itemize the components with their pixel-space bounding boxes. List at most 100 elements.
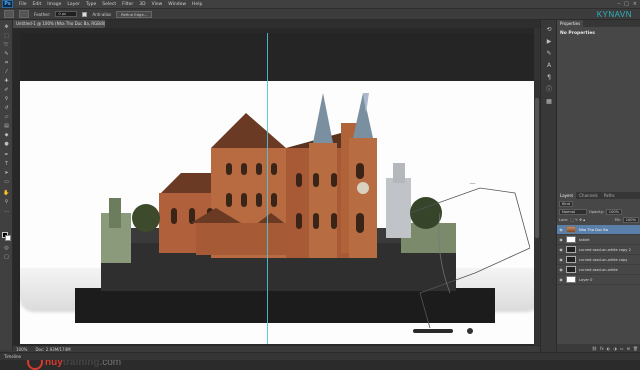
menu-help[interactable]: Help <box>192 2 202 7</box>
layer-row[interactable]: ◉ Layer 0 <box>557 275 640 285</box>
tab-properties[interactable]: Properties <box>557 20 584 27</box>
quick-mask-icon[interactable]: ◎ <box>3 245 10 251</box>
marquee-tool-icon[interactable]: ⬚ <box>3 33 10 39</box>
layer-thumbnail <box>566 236 576 243</box>
brush-tool-icon[interactable]: ✐ <box>3 87 10 93</box>
antialias-checkbox[interactable] <box>82 11 88 17</box>
layer-name: curved-road-on-white copy <box>579 257 628 262</box>
hand-tool-icon[interactable]: ✋ <box>3 190 10 196</box>
feather-input[interactable]: 0 px <box>55 11 78 17</box>
scrollbar-thumb[interactable] <box>535 98 539 238</box>
dodge-tool-icon[interactable]: ● <box>3 141 10 147</box>
folder-icon[interactable]: ▭ <box>620 346 624 351</box>
menu-window[interactable]: Window <box>168 2 186 7</box>
menu-file[interactable]: File <box>19 2 27 7</box>
visibility-eye-icon[interactable]: ◉ <box>558 257 564 262</box>
layer-row[interactable]: ◉ curved-road-on-white <box>557 265 640 275</box>
mask-icon[interactable]: ◐ <box>607 346 611 351</box>
healing-brush-tool-icon[interactable]: ✚ <box>3 78 10 84</box>
lasso-tool-icon[interactable]: ➰ <box>3 42 10 48</box>
swatches-panel-icon[interactable]: ▦ <box>545 98 553 105</box>
fx-icon[interactable]: fx <box>600 346 604 351</box>
tab-channels[interactable]: Channels <box>576 192 601 199</box>
blur-tool-icon[interactable]: ◆ <box>3 132 10 138</box>
layer-row[interactable]: ◉ tablet <box>557 235 640 245</box>
background-color-swatch[interactable] <box>5 235 11 241</box>
refine-edge-button[interactable]: Refine Edge... <box>116 10 153 18</box>
character-panel-icon[interactable]: A <box>545 62 553 69</box>
minimize-button[interactable]: – <box>618 1 621 7</box>
trash-icon[interactable]: 🗑︎ <box>633 346 638 351</box>
type-tool-icon[interactable]: T <box>3 161 10 167</box>
visibility-eye-icon[interactable]: ◉ <box>558 237 564 242</box>
shape-tool-icon[interactable]: ▭ <box>3 179 10 185</box>
screen-mode-icon[interactable]: ▢ <box>3 254 10 260</box>
edit-toolbar-icon[interactable]: … <box>3 208 10 214</box>
tool-preset-picker[interactable] <box>4 10 14 18</box>
filter-kind-select[interactable]: Kind <box>559 201 573 207</box>
timeline-panel-tab[interactable]: Timeline <box>0 352 640 360</box>
menu-view[interactable]: View <box>152 2 163 7</box>
menu-type[interactable]: Type <box>86 2 96 7</box>
pen-tool-icon[interactable]: ✒ <box>3 152 10 158</box>
canvas-dark-top <box>20 33 540 81</box>
menu-filter[interactable]: Filter <box>122 2 133 7</box>
clone-stamp-tool-icon[interactable]: ⚲ <box>3 96 10 102</box>
menu-image[interactable]: Image <box>47 2 61 7</box>
info-panel-icon[interactable]: ⓘ <box>545 86 553 93</box>
canvas-area[interactable]: huytraining.com <box>13 28 540 370</box>
vertical-guide-line[interactable] <box>267 33 268 344</box>
visibility-eye-icon[interactable]: ◉ <box>558 267 564 272</box>
quick-select-tool-icon[interactable]: ✎ <box>3 51 10 57</box>
photoshop-window: Ps File Edit Image Layer Type Select Fil… <box>0 0 640 370</box>
fill-input[interactable]: 100% <box>622 217 639 223</box>
close-button[interactable]: × <box>633 1 637 7</box>
brand-watermark: KYNAVN <box>596 10 632 19</box>
actions-panel-icon[interactable]: ▶ <box>545 38 553 45</box>
menu-edit[interactable]: Edit <box>33 2 42 7</box>
zoom-tool-icon[interactable]: ⚲ <box>3 199 10 205</box>
path-select-tool-icon[interactable]: ➤ <box>3 170 10 176</box>
document-canvas[interactable] <box>20 33 540 344</box>
visibility-eye-icon[interactable]: ◉ <box>558 227 564 232</box>
move-tool-icon[interactable]: ✥ <box>3 24 10 30</box>
eraser-tool-icon[interactable]: ▱ <box>3 114 10 120</box>
new-layer-icon[interactable]: ⊞ <box>627 346 630 351</box>
tab-paths[interactable]: Paths <box>601 192 618 199</box>
link-icon[interactable]: ⛓ <box>592 346 597 351</box>
menu-select[interactable]: Select <box>102 2 116 7</box>
selection-mode-new[interactable] <box>19 10 29 18</box>
visibility-eye-icon[interactable]: ◉ <box>558 277 564 282</box>
collapsed-panels-strip: ⟲ ▶ ✎ A ¶ ⓘ ▦ <box>540 20 556 352</box>
lock-icons[interactable]: ⬚ ✎ ✥ 🔒︎ <box>570 218 585 222</box>
layer-thumbnail <box>566 256 576 263</box>
opacity-label: Opacity: <box>589 210 604 214</box>
blend-mode-select[interactable]: Normal <box>559 209 587 215</box>
crop-tool-icon[interactable]: ⌗ <box>3 60 10 66</box>
tab-layers[interactable]: Layers <box>557 192 577 199</box>
adjustment-icon[interactable]: ◑ <box>613 346 617 351</box>
history-brush-tool-icon[interactable]: ↺ <box>3 105 10 111</box>
transform-outline-path[interactable] <box>390 183 530 333</box>
brush-panel-icon[interactable]: ✎ <box>545 50 553 57</box>
properties-title: No Properties <box>560 31 595 36</box>
options-bar: Feather: 0 px Anti-alias Refine Edge... … <box>0 9 640 20</box>
menu-layer[interactable]: Layer <box>67 2 80 7</box>
gradient-tool-icon[interactable]: ▤ <box>3 123 10 129</box>
opacity-input[interactable]: 100% <box>605 209 623 215</box>
document-tab[interactable]: Untitled-1 @ 100% (Nha Tho Duc Ba, RGB/8… <box>13 20 105 28</box>
layer-name: Layer 0 <box>579 277 593 282</box>
menu-bar: Ps File Edit Image Layer Type Select Fil… <box>0 0 640 9</box>
layer-row[interactable]: ◉ Nha Tho Duc Ba <box>557 225 640 235</box>
menu-3d[interactable]: 3D <box>139 2 145 7</box>
document-size[interactable]: Doc: 2.93M/174M <box>35 347 70 352</box>
eyedropper-tool-icon[interactable]: ⁄ <box>3 69 10 75</box>
maximize-button[interactable]: □ <box>624 1 629 7</box>
layers-panel-tabs: Layers Channels Paths <box>557 192 640 199</box>
zoom-level[interactable]: 100% <box>16 347 27 352</box>
layer-row[interactable]: ◉ curved-road-on-white copy 2 <box>557 245 640 255</box>
visibility-eye-icon[interactable]: ◉ <box>558 247 564 252</box>
layer-row[interactable]: ◉ curved-road-on-white copy <box>557 255 640 265</box>
paragraph-panel-icon[interactable]: ¶ <box>545 74 553 81</box>
history-panel-icon[interactable]: ⟲ <box>545 26 553 33</box>
